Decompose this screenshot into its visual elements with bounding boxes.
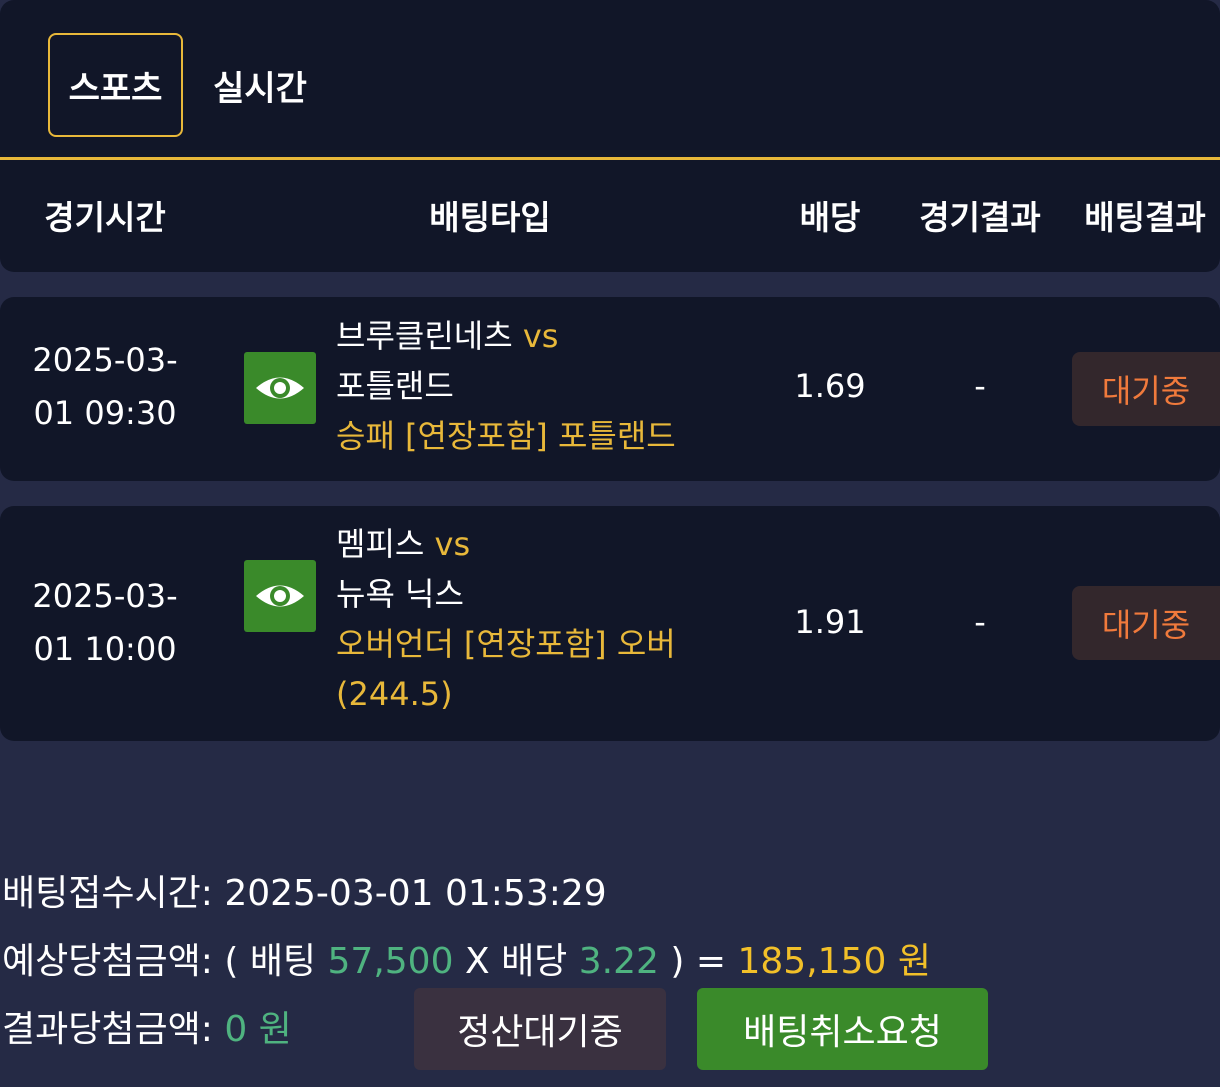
bet-pick: 오버언더 [연장포함] 오버 [336,625,676,663]
result-win-line: 결과당첨금액: 0 원 [2,1000,292,1052]
bet-time-label: 배팅접수시간: [2,873,213,914]
home-team: 멤피스 [336,525,425,563]
away-team: 뉴욕 닉스 [336,575,464,613]
column-header-bet-result: 배팅결과 [1084,198,1206,237]
bet-time-value: 2025-03-01 01:53:29 [224,873,607,914]
total-odds-label: 배당 [501,941,568,982]
expected-win-label: 예상당첨금액: [2,941,213,982]
match-time-date: 2025-03- [32,577,178,615]
match-time-clock: 01 09:30 [33,394,177,432]
eye-icon [256,377,304,399]
match-time-clock: 01 10:00 [33,630,177,668]
match-time: 2025-03- 01 10:00 [10,570,200,676]
view-details-button[interactable] [244,352,316,424]
bet-amount-label: 배팅 [249,941,317,982]
match-time-date: 2025-03- [32,341,178,379]
bet-time-line: 배팅접수시간: 2025-03-01 01:53:29 [2,864,607,916]
vs-label: vs [434,525,471,563]
settlement-pending-button[interactable]: 정산대기중 [414,988,666,1070]
game-result: - [974,367,986,405]
expected-win-line: 예상당첨금액: ( 배팅 57,500 X 배당 3.22 ) = 185,15… [2,932,931,984]
column-header-type: 배팅타입 [429,198,551,237]
tab-sports[interactable]: 스포츠 [48,33,183,137]
game-result: - [974,603,986,641]
total-odds: 3.22 [578,941,659,982]
equals-sign: = [695,941,727,982]
bet-odds: 1.91 [794,603,866,641]
close-paren: ) [670,941,685,982]
tab-divider [0,157,1220,160]
status-badge: 대기중 [1072,586,1220,660]
expected-win-amount: 185,150 원 [737,941,931,982]
result-win-label: 결과당첨금액: [2,1009,213,1050]
home-team: 브루클린네츠 [336,317,513,355]
column-header-odds: 배당 [799,198,861,237]
cancel-bet-request-button[interactable]: 배팅취소요청 [697,988,988,1070]
tab-live[interactable]: 실시간 [200,33,320,137]
bet-row: 2025-03- 01 09:30 브루클린네츠 vs 포틀랜드 승패 [연장포… [0,297,1220,481]
bet-info: 브루클린네츠 vs 포틀랜드 승패 [연장포함] 포틀랜드 [336,311,756,461]
times-sign: X [464,941,490,982]
bet-pick-line: (244.5) [336,675,453,713]
bet-info: 멤피스 vs 뉴욕 닉스 오버언더 [연장포함] 오버 (244.5) [336,519,756,719]
bet-odds: 1.69 [794,367,866,405]
vs-label: vs [522,317,559,355]
status-badge: 대기중 [1072,352,1220,426]
eye-icon [256,585,304,607]
bet-header-card: 스포츠 실시간 경기시간 배팅타입 배당 경기결과 배팅결과 [0,0,1220,272]
bet-row: 2025-03- 01 10:00 멤피스 vs 뉴욕 닉스 오버언더 [연장포… [0,506,1220,741]
bet-amount: 57,500 [327,941,454,982]
open-paren: ( [224,941,239,982]
column-header-time: 경기시간 [44,198,166,237]
result-win-amount: 0 원 [224,1009,292,1050]
match-time: 2025-03- 01 09:30 [10,334,200,440]
view-details-button[interactable] [244,560,316,632]
away-team: 포틀랜드 [336,367,454,405]
column-header-game-result: 경기결과 [919,198,1041,237]
bet-pick: 승패 [연장포함] 포틀랜드 [336,417,676,455]
